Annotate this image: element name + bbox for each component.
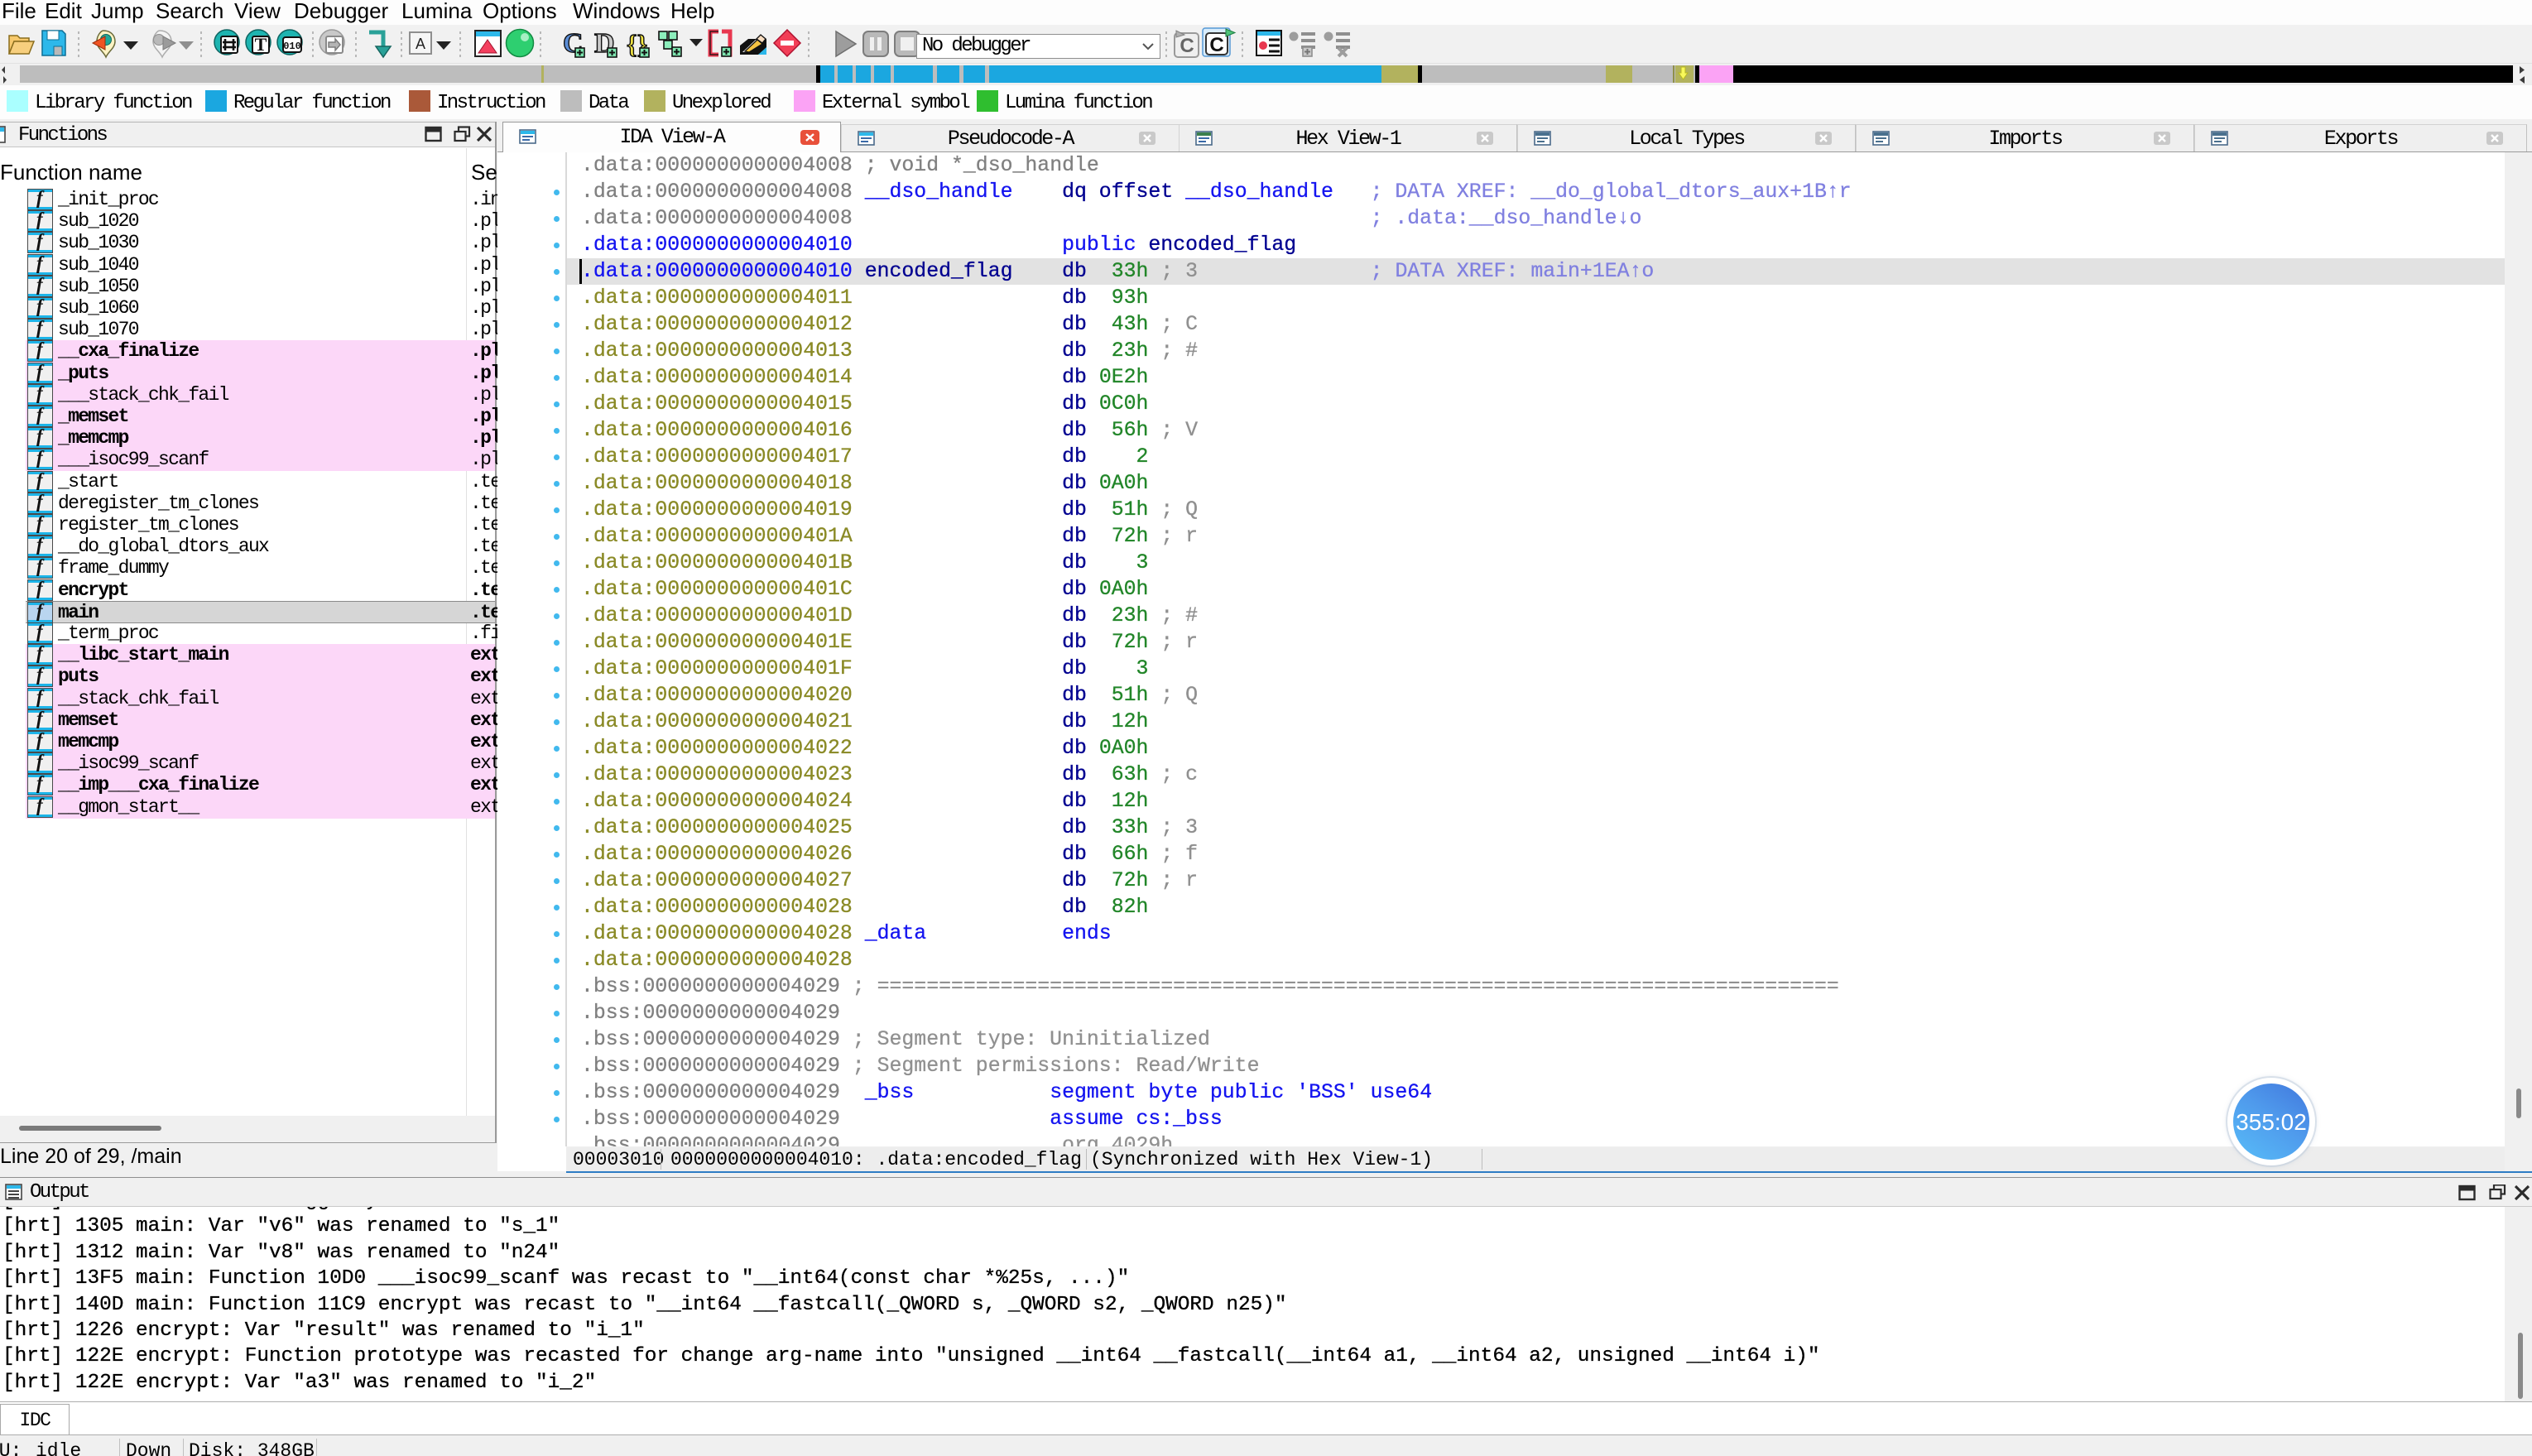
svg-text:A: A <box>416 36 425 52</box>
svg-text:C: C <box>1209 34 1223 56</box>
svg-text:010: 010 <box>283 41 301 52</box>
svg-text:C: C <box>1180 35 1194 57</box>
svg-text:T: T <box>255 34 267 55</box>
